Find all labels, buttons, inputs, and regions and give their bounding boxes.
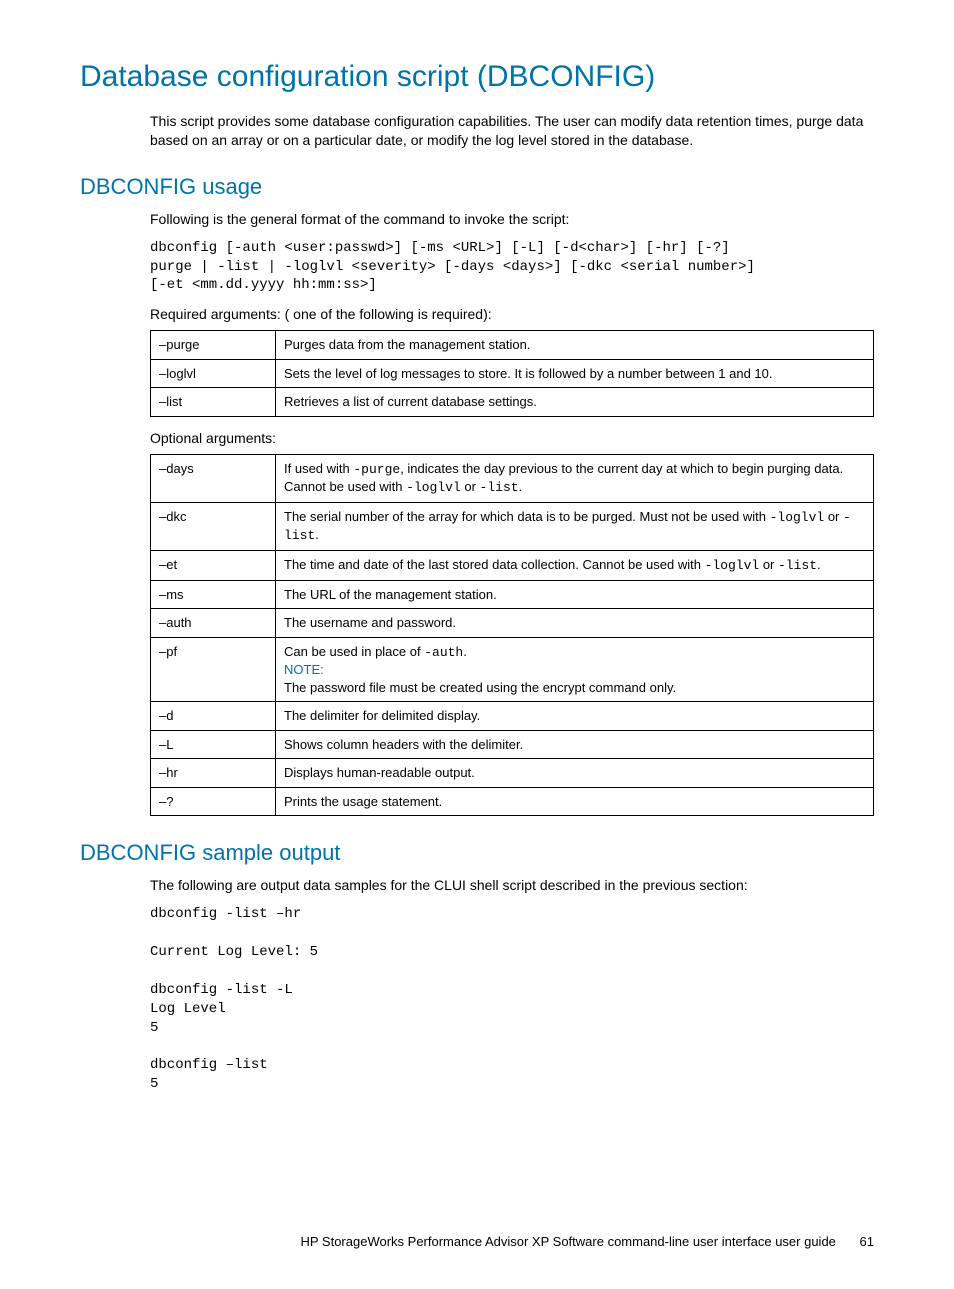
optional-label: Optional arguments: xyxy=(150,429,874,448)
note-label: NOTE: xyxy=(284,662,324,677)
required-label: Required arguments: ( one of the followi… xyxy=(150,305,874,324)
table-row: –loglvl Sets the level of log messages t… xyxy=(151,359,874,388)
table-row: –d The delimiter for delimited display. xyxy=(151,702,874,731)
arg-desc: Prints the usage statement. xyxy=(276,787,874,816)
footer-text: HP StorageWorks Performance Advisor XP S… xyxy=(300,1234,835,1249)
usage-heading: DBCONFIG usage xyxy=(80,174,874,200)
table-row: –hr Displays human-readable output. xyxy=(151,759,874,788)
sample-code: dbconfig -list –hr Current Log Level: 5 … xyxy=(150,905,874,1094)
arg-desc: If used with -purge, indicates the day p… xyxy=(276,454,874,502)
arg-name: –ms xyxy=(151,580,276,609)
arg-desc: Can be used in place of -auth. NOTE: The… xyxy=(276,637,874,702)
page-title: Database configuration script (DBCONFIG) xyxy=(80,60,874,94)
arg-desc: The delimiter for delimited display. xyxy=(276,702,874,731)
usage-code: dbconfig [-auth <user:passwd>] [-ms <URL… xyxy=(150,239,874,296)
arg-name: –auth xyxy=(151,609,276,638)
arg-name: –hr xyxy=(151,759,276,788)
table-row: –? Prints the usage statement. xyxy=(151,787,874,816)
arg-name: –purge xyxy=(151,331,276,360)
optional-args-table: –days If used with -purge, indicates the… xyxy=(150,454,874,817)
arg-desc: The time and date of the last stored dat… xyxy=(276,550,874,580)
table-row: –L Shows column headers with the delimit… xyxy=(151,730,874,759)
arg-name: –et xyxy=(151,550,276,580)
arg-name: –L xyxy=(151,730,276,759)
arg-name: –loglvl xyxy=(151,359,276,388)
arg-name: –dkc xyxy=(151,502,276,550)
sample-heading: DBCONFIG sample output xyxy=(80,840,874,866)
table-row: –auth The username and password. xyxy=(151,609,874,638)
arg-desc: Shows column headers with the delimiter. xyxy=(276,730,874,759)
required-args-table: –purge Purges data from the management s… xyxy=(150,330,874,417)
arg-name: –? xyxy=(151,787,276,816)
usage-lead: Following is the general format of the c… xyxy=(150,210,874,229)
table-row: –purge Purges data from the management s… xyxy=(151,331,874,360)
arg-desc: Displays human-readable output. xyxy=(276,759,874,788)
arg-desc: The URL of the management station. xyxy=(276,580,874,609)
arg-name: –d xyxy=(151,702,276,731)
page-number: 61 xyxy=(860,1234,874,1249)
arg-name: –days xyxy=(151,454,276,502)
arg-desc: Retrieves a list of current database set… xyxy=(276,388,874,417)
table-row: –list Retrieves a list of current databa… xyxy=(151,388,874,417)
arg-desc: Sets the level of log messages to store.… xyxy=(276,359,874,388)
table-row: –ms The URL of the management station. xyxy=(151,580,874,609)
arg-desc: The serial number of the array for which… xyxy=(276,502,874,550)
sample-lead: The following are output data samples fo… xyxy=(150,876,874,895)
page-footer: HP StorageWorks Performance Advisor XP S… xyxy=(80,1234,874,1249)
intro-paragraph: This script provides some database confi… xyxy=(150,112,874,150)
arg-desc: Purges data from the management station. xyxy=(276,331,874,360)
arg-name: –pf xyxy=(151,637,276,702)
table-row: –days If used with -purge, indicates the… xyxy=(151,454,874,502)
table-row: –et The time and date of the last stored… xyxy=(151,550,874,580)
arg-name: –list xyxy=(151,388,276,417)
table-row: –dkc The serial number of the array for … xyxy=(151,502,874,550)
arg-desc: The username and password. xyxy=(276,609,874,638)
table-row: –pf Can be used in place of -auth. NOTE:… xyxy=(151,637,874,702)
